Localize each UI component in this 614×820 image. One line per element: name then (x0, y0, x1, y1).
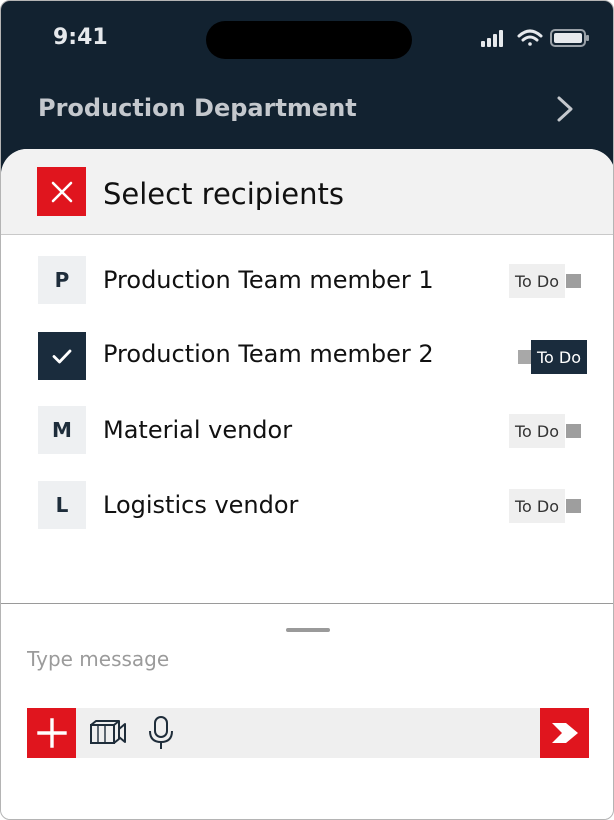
checkmark-icon (52, 349, 72, 364)
close-button[interactable] (37, 167, 86, 216)
wifi-icon (517, 29, 543, 46)
recipient-name: Logistics vendor (103, 491, 299, 519)
send-button[interactable] (540, 708, 589, 758)
recipient-row[interactable]: P Production Team member 1 To Do (1, 256, 613, 316)
todo-toggle[interactable]: To Do (509, 414, 583, 448)
message-composer (1, 603, 613, 819)
recipient-row[interactable]: L Logistics vendor To Do (1, 481, 613, 541)
todo-toggle[interactable]: To Do (509, 264, 583, 298)
video-camera-icon[interactable] (89, 718, 127, 748)
composer-toolbar (27, 708, 589, 758)
recipient-name: Production Team member 2 (103, 340, 434, 368)
recipient-name: Production Team member 1 (103, 266, 434, 294)
todo-label: To Do (531, 340, 587, 374)
recipient-checkbox[interactable] (38, 332, 86, 380)
signal-icon (481, 30, 503, 47)
sheet-header: Select recipients (1, 149, 613, 235)
plus-icon (36, 718, 67, 748)
recipient-initial[interactable]: P (38, 256, 86, 304)
status-time: 9:41 (53, 25, 108, 50)
status-icons (481, 29, 589, 47)
toggle-knob (566, 274, 581, 288)
todo-label: To Do (509, 489, 565, 523)
close-icon (51, 181, 72, 202)
dynamic-island (206, 21, 412, 59)
department-title[interactable]: Production Department (38, 94, 357, 122)
phone-frame: 9:41 Production Department Select recipi… (0, 0, 614, 820)
recipient-row[interactable]: M Material vendor To Do (1, 406, 613, 466)
toggle-knob (566, 499, 581, 513)
toggle-knob (566, 424, 581, 438)
recipient-row[interactable]: Production Team member 2 To Do (1, 332, 613, 392)
microphone-icon[interactable] (147, 715, 175, 751)
battery-icon (550, 29, 589, 47)
add-attachment-button[interactable] (27, 708, 76, 758)
todo-toggle[interactable]: To Do (509, 489, 583, 523)
recipient-name: Material vendor (103, 416, 293, 444)
message-input[interactable] (27, 642, 587, 676)
todo-label: To Do (509, 414, 565, 448)
todo-toggle[interactable]: To Do (516, 340, 588, 374)
drag-handle[interactable] (286, 628, 330, 632)
recipients-sheet: Select recipients P Production Team memb… (1, 149, 613, 819)
chevron-right-icon[interactable] (553, 94, 577, 124)
recipient-initial[interactable]: M (38, 406, 86, 454)
sheet-title: Select recipients (103, 177, 344, 211)
send-icon (551, 723, 578, 743)
todo-label: To Do (509, 264, 565, 298)
recipient-initial[interactable]: L (38, 481, 86, 529)
